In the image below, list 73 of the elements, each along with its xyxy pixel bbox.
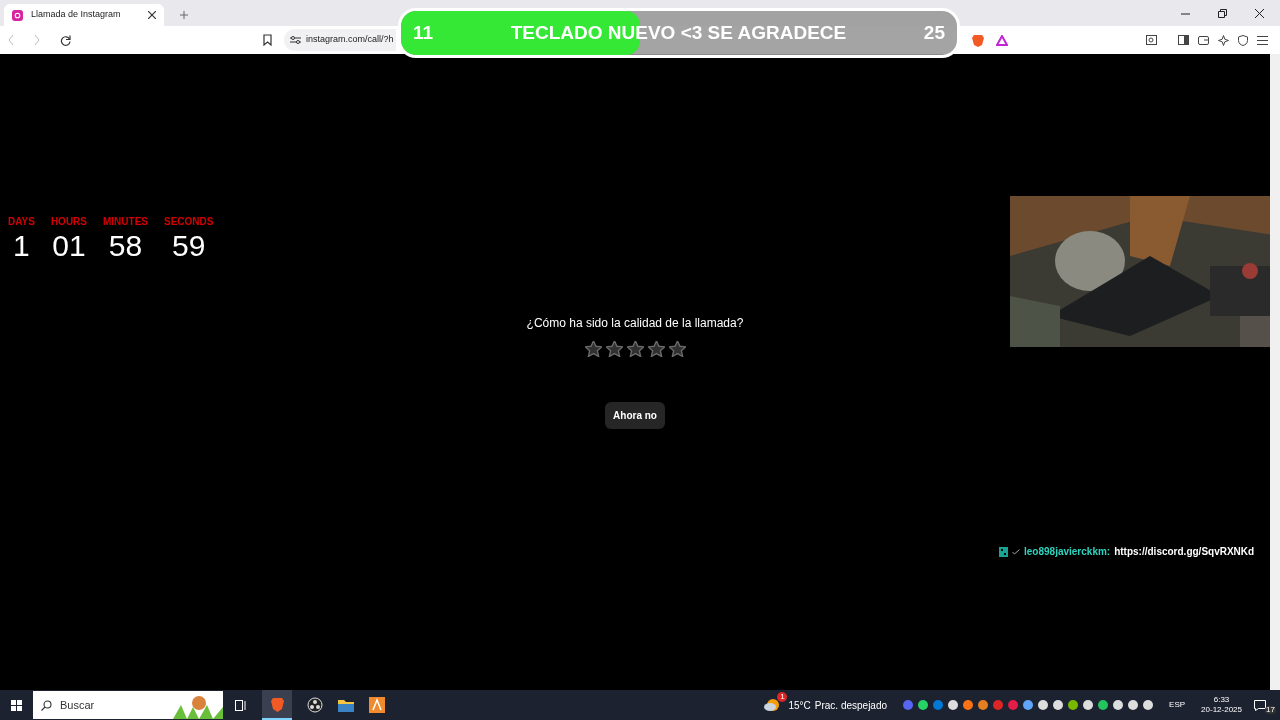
tray-icon[interactable] <box>1128 700 1139 710</box>
tray-icon[interactable] <box>918 700 929 710</box>
tray-icon[interactable] <box>1083 700 1094 710</box>
reload-icon[interactable] <box>60 34 71 46</box>
instagram-icon <box>12 9 23 21</box>
search-icon[interactable] <box>1146 35 1157 45</box>
menu-icon[interactable] <box>1257 35 1268 45</box>
close-icon[interactable] <box>148 11 156 19</box>
notification-badge: 1 <box>777 692 788 702</box>
address-bar[interactable]: instagram.com/call/?h <box>284 29 396 51</box>
chat-username: leo898javierckkm: <box>1024 545 1111 559</box>
site-settings-icon <box>290 35 301 45</box>
rating-question: ¿Cómo ha sido la calidad de la llamada? <box>526 315 744 332</box>
browser-tab[interactable]: Llamada de Instagram <box>4 4 164 26</box>
clock-time[interactable]: 6:33 <box>1213 695 1230 705</box>
progress-start: 11 <box>413 20 434 45</box>
tray-icon[interactable] <box>1113 700 1124 710</box>
notifications-icon[interactable] <box>1254 699 1266 711</box>
tray-icon[interactable] <box>1053 700 1064 710</box>
windows-icon[interactable] <box>11 699 22 711</box>
star-icon[interactable] <box>605 341 623 357</box>
star-icon[interactable] <box>626 341 644 357</box>
badge-icon <box>999 546 1008 557</box>
star-icon[interactable] <box>584 341 602 357</box>
star-icon[interactable] <box>647 341 665 357</box>
bookmark-icon[interactable] <box>263 34 272 46</box>
countdown-label: SECONDS <box>164 215 214 229</box>
tray-icon[interactable] <box>978 700 989 710</box>
weather-text: Prac. despejado <box>814 698 888 713</box>
star-icon[interactable] <box>668 341 686 357</box>
notification-count: 17 <box>1265 705 1276 714</box>
progress-goal: 25 <box>923 20 945 45</box>
brave-shield-icon[interactable] <box>972 33 984 47</box>
countdown-label: MINUTES <box>103 215 148 229</box>
countdown-label: DAYS <box>8 215 35 229</box>
folder-icon[interactable] <box>338 698 354 712</box>
countdown-value: 59 <box>172 231 206 261</box>
minimize-icon[interactable] <box>1181 12 1190 15</box>
weather-icon[interactable] <box>764 698 781 712</box>
sparkle-icon[interactable] <box>1218 34 1229 46</box>
scrollbar[interactable] <box>1270 54 1280 690</box>
search-placeholder: Buscar <box>60 697 95 713</box>
countdown-value: 01 <box>52 231 86 261</box>
countdown-label: HOURS <box>50 215 87 229</box>
clock-date[interactable]: 20-12-2025 <box>1201 705 1242 715</box>
tab-title: Llamada de Instagram <box>31 8 122 22</box>
temperature: 15°C <box>788 698 811 713</box>
tray-icon[interactable] <box>1098 700 1109 710</box>
triangle-icon[interactable] <box>996 34 1008 46</box>
tray-icon[interactable] <box>1143 700 1154 710</box>
brave-icon[interactable] <box>270 696 284 712</box>
tray-icon[interactable] <box>1038 700 1049 710</box>
url-text: instagram.com/call/?h <box>306 33 394 47</box>
chat-message: https://discord.gg/SqvRXNKd <box>1114 545 1255 559</box>
wallet-icon[interactable] <box>1198 35 1209 45</box>
check-icon <box>1012 548 1020 555</box>
shield-icon[interactable] <box>1238 34 1248 46</box>
tray-icon[interactable] <box>1068 700 1079 710</box>
close-icon[interactable] <box>1255 9 1264 18</box>
sidebar-icon[interactable] <box>1178 35 1189 45</box>
restore-icon[interactable] <box>1218 9 1227 18</box>
language-indicator[interactable]: ESP <box>1169 699 1186 711</box>
search-icon <box>41 699 52 711</box>
tray-icon[interactable] <box>1023 700 1034 710</box>
not-now-button[interactable]: Ahora no <box>605 402 665 429</box>
tray-icon[interactable] <box>948 700 959 710</box>
countdown-value: 58 <box>108 231 143 261</box>
tray-icon[interactable] <box>963 700 974 710</box>
countdown-value: 1 <box>13 231 30 261</box>
task-view-icon[interactable] <box>235 699 247 711</box>
new-tab-icon[interactable] <box>180 11 188 19</box>
obs-icon[interactable] <box>307 697 323 713</box>
search-field[interactable]: Buscar <box>33 691 223 719</box>
